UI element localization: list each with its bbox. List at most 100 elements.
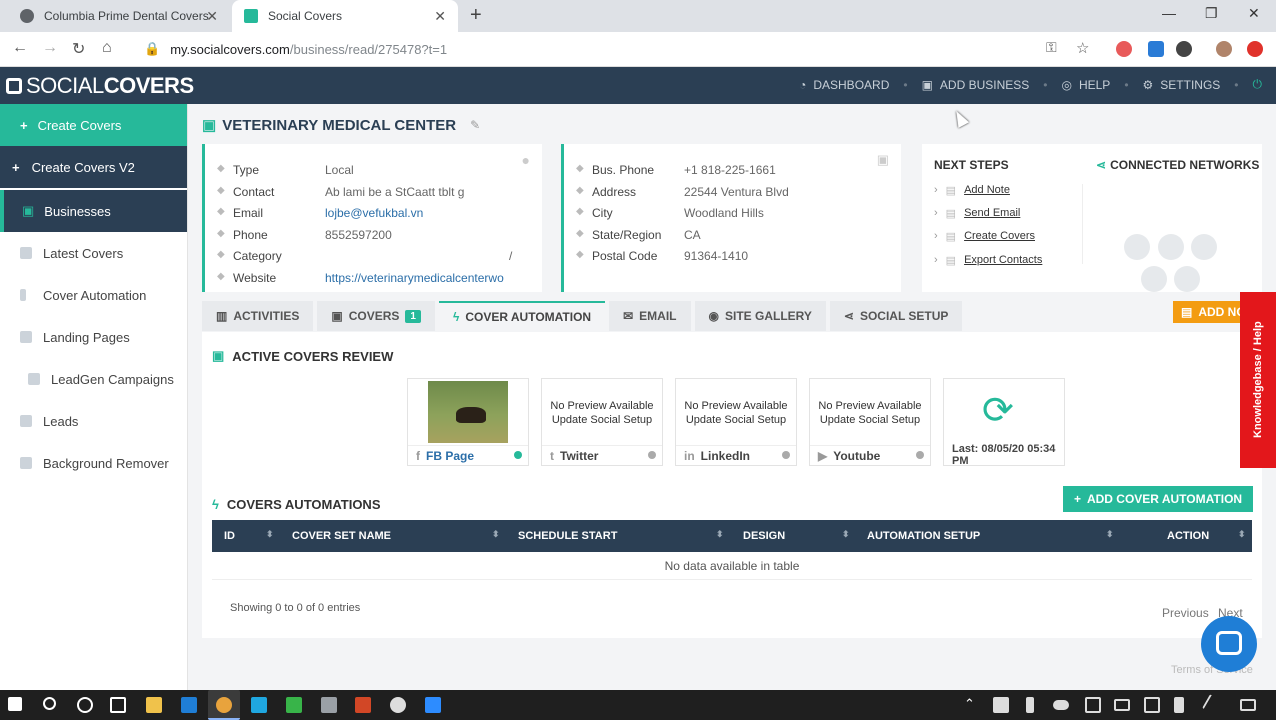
extension-icon[interactable]	[1148, 41, 1164, 57]
zoom-icon[interactable]	[425, 697, 441, 713]
nav-help[interactable]: ◎ HELP	[1061, 78, 1110, 92]
next-step-item[interactable]: › ▤ Add Note	[934, 184, 1010, 197]
sidebar-item-cover-automation[interactable]: Cover Automation	[0, 274, 187, 316]
nav-settings[interactable]: ⚙ SETTINGS	[1143, 78, 1221, 92]
skype-icon[interactable]	[251, 697, 267, 713]
home-icon[interactable]: ⌂	[102, 39, 112, 57]
next-step-item[interactable]: › ▤ Send Email	[934, 207, 1020, 220]
onedrive-icon[interactable]	[1053, 700, 1069, 710]
sidebar-item-landing-pages[interactable]: Landing Pages	[0, 316, 187, 358]
add-cover-automation-button[interactable]: + ADD COVER AUTOMATION	[1063, 486, 1253, 512]
tab-site-gallery[interactable]: ◉ SITE GALLERY	[694, 301, 826, 331]
sort-icon[interactable]: ⬍	[492, 529, 500, 540]
minimize-icon[interactable]: —	[1162, 5, 1176, 21]
restore-icon[interactable]: ❐	[1205, 5, 1218, 22]
sort-icon[interactable]: ⬍	[842, 529, 850, 540]
task-view-icon[interactable]	[110, 697, 126, 713]
sidebar-create-covers-v2[interactable]: + Create Covers V2	[0, 146, 187, 188]
file-explorer-icon[interactable]	[146, 697, 162, 713]
column-header-automation-setup[interactable]: AUTOMATION SETUP	[867, 530, 980, 542]
chat-launcher-button[interactable]	[1201, 616, 1257, 672]
sidebar-item-background-remover[interactable]: Background Remover	[0, 442, 187, 484]
new-tab-icon[interactable]: +	[470, 4, 482, 27]
tab-covers[interactable]: ▣ COVERS 1	[317, 301, 435, 331]
network-icon[interactable]	[1144, 697, 1160, 713]
create-covers-link[interactable]: Create Covers	[964, 230, 1035, 243]
sidebar-item-leads[interactable]: Leads	[0, 400, 187, 442]
sort-icon[interactable]: ⬍	[716, 529, 724, 540]
app-icon[interactable]	[390, 697, 406, 713]
star-icon[interactable]: ☆	[1076, 39, 1089, 57]
microphone-icon[interactable]	[1026, 697, 1034, 713]
next-step-item[interactable]: › ▤ Export Contacts	[934, 254, 1042, 267]
close-icon[interactable]: ✕	[434, 8, 446, 25]
cortana-icon[interactable]	[77, 697, 93, 713]
extension-icon[interactable]	[1176, 41, 1192, 57]
tab-email[interactable]: ✉ EMAIL	[609, 301, 691, 331]
tab-activities[interactable]: ▥ ACTIVITIES	[202, 301, 314, 331]
tray-icon[interactable]	[993, 697, 1009, 713]
sort-icon[interactable]: ⬍	[1106, 529, 1114, 540]
cover-preview-youtube[interactable]: No Preview Available Update Social Setup …	[809, 378, 931, 466]
chevron-up-icon[interactable]: ⌃	[964, 696, 975, 712]
url-field[interactable]: 🔒 my.socialcovers.com/business/read/2754…	[134, 35, 1034, 63]
knowledgebase-tab[interactable]: Knowledgebase / Help	[1240, 292, 1276, 468]
edge-icon[interactable]	[181, 697, 197, 713]
extension-icon[interactable]	[1116, 41, 1132, 57]
refresh-card[interactable]: ⟳ Last: 08/05/20 05:34 PM	[943, 378, 1065, 467]
search-icon[interactable]	[43, 697, 56, 710]
notepad-icon[interactable]	[321, 697, 337, 713]
linkedin-icon[interactable]	[1191, 234, 1217, 260]
power-icon[interactable]: ⏻	[1253, 77, 1263, 92]
nav-add-business[interactable]: ▣ ADD BUSINESS	[922, 78, 1030, 92]
battery-icon[interactable]	[1114, 699, 1130, 711]
chrome-taskbar-item[interactable]	[208, 690, 240, 720]
edit-icon[interactable]: ✎	[470, 118, 480, 132]
volume-icon[interactable]	[1174, 697, 1184, 713]
reload-icon[interactable]: ↻	[72, 39, 85, 59]
website-link[interactable]: https://veterinarymedicalcenterwo	[325, 271, 504, 285]
tab-social-setup[interactable]: ⋖ SOCIAL SETUP	[829, 301, 963, 331]
youtube-icon[interactable]	[1174, 266, 1200, 292]
next-step-item[interactable]: › ▤ Create Covers	[934, 230, 1035, 243]
pen-icon[interactable]	[1202, 694, 1224, 716]
sidebar-item-businesses[interactable]: ▣ Businesses	[0, 190, 187, 232]
browser-tab-socialcovers[interactable]: Social Covers ✕	[232, 0, 458, 32]
close-icon[interactable]: ✕	[206, 8, 218, 25]
cover-preview-twitter[interactable]: No Preview Available Update Social Setup …	[541, 378, 663, 466]
sidebar-create-covers[interactable]: + Create Covers	[0, 104, 187, 146]
export-contacts-link[interactable]: Export Contacts	[964, 254, 1042, 267]
sort-icon[interactable]: ⬍	[266, 529, 274, 540]
back-icon[interactable]: ←	[12, 39, 28, 57]
column-header-design[interactable]: DESIGN	[743, 530, 785, 542]
instagram-icon[interactable]	[1141, 266, 1167, 292]
camtasia-icon[interactable]	[286, 697, 302, 713]
extension-icon[interactable]	[1247, 41, 1263, 57]
twitter-icon[interactable]	[1158, 234, 1184, 260]
browser-tab-columbia[interactable]: Columbia Prime Dental Covers ✕	[8, 0, 230, 32]
powerpoint-icon[interactable]	[355, 697, 371, 713]
send-email-link[interactable]: Send Email	[964, 207, 1020, 220]
facebook-icon[interactable]	[1124, 234, 1150, 260]
logo[interactable]: SOCIAL COVERS	[6, 73, 194, 99]
sort-icon[interactable]: ⬍	[1238, 529, 1246, 540]
close-window-icon[interactable]: ✕	[1248, 5, 1260, 22]
avatar[interactable]	[1216, 41, 1232, 57]
refresh-icon[interactable]: ⟳	[982, 391, 1014, 431]
add-note-link[interactable]: Add Note	[964, 184, 1010, 197]
cover-preview-facebook[interactable]: f FB Page	[407, 378, 529, 466]
email-link[interactable]: lojbe@vefukbal.vn	[325, 206, 423, 220]
pagination-previous[interactable]: Previous	[1162, 606, 1209, 620]
windows-start-icon[interactable]	[8, 697, 22, 711]
key-icon[interactable]: ⚿	[1046, 39, 1057, 56]
column-header-schedule[interactable]: SCHEDULE START	[518, 530, 617, 542]
tray-icon[interactable]	[1085, 697, 1101, 713]
column-header-action[interactable]: ACTION	[1167, 530, 1209, 542]
column-header-name[interactable]: COVER SET NAME	[292, 530, 391, 542]
forward-icon[interactable]: →	[42, 39, 58, 57]
nav-dashboard[interactable]: ◔ DASHBOARD	[799, 78, 889, 92]
tab-cover-automation[interactable]: ϟ COVER AUTOMATION	[438, 301, 606, 331]
sidebar-item-latest-covers[interactable]: Latest Covers	[0, 232, 187, 274]
cover-preview-linkedin[interactable]: No Preview Available Update Social Setup …	[675, 378, 797, 466]
column-header-id[interactable]: ID	[224, 530, 235, 542]
